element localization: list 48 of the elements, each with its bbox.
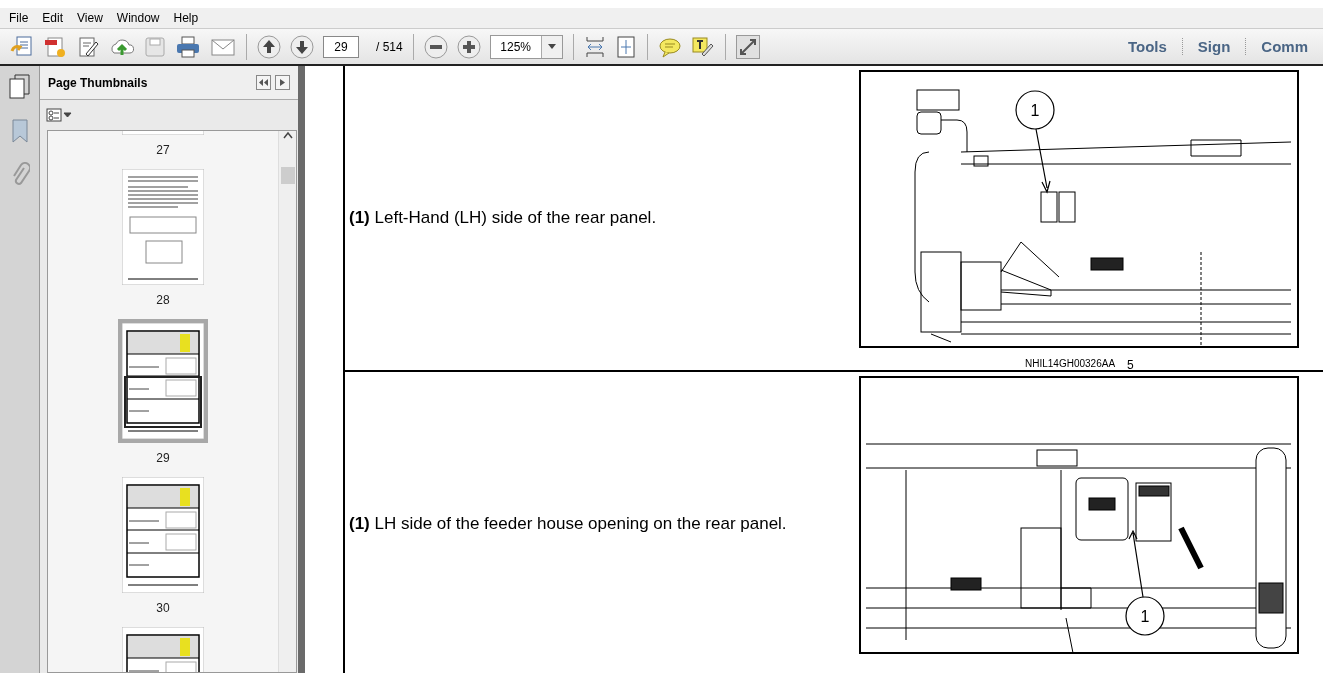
menu-item[interactable]: Window (109, 11, 167, 25)
scrollbar-thumb[interactable] (280, 167, 295, 184)
previous-page-icon[interactable] (257, 34, 281, 59)
menu-item[interactable]: View (70, 11, 110, 25)
toolbar-link[interactable]: Comm (1245, 38, 1323, 55)
zoom-in-icon[interactable] (456, 34, 481, 59)
panel-title: Page Thumbnails (48, 75, 148, 90)
full-screen-icon[interactable] (735, 34, 760, 59)
page-thumbnail[interactable] (122, 477, 204, 593)
page-number-field[interactable]: 29 (323, 35, 359, 58)
callout-number: 1 (1030, 102, 1040, 119)
fit-width-icon[interactable] (583, 34, 606, 59)
page-thumbnail[interactable] (122, 169, 204, 285)
callout-circle (1015, 90, 1055, 130)
leader-line (1035, 128, 1051, 194)
expand-panel-icon[interactable] (275, 75, 290, 90)
menu-item[interactable]: File (2, 11, 36, 25)
collapse-panel-icon[interactable] (256, 75, 271, 90)
pages-icon[interactable] (7, 74, 32, 100)
figure-description: (1) Left-Hand (LH) side of the rear panel. (349, 208, 657, 228)
leader-line (1128, 529, 1144, 598)
comment-icon[interactable] (657, 35, 682, 58)
page-number-label: 28 (156, 292, 170, 309)
highlight-text-icon[interactable] (690, 35, 715, 58)
fit-page-icon[interactable] (614, 34, 637, 59)
toolbar-link[interactable]: Sign (1181, 38, 1246, 55)
page-number-label: 27 (156, 142, 170, 159)
page-number-label: 29 (156, 450, 170, 467)
caret-icon (547, 44, 556, 49)
pdf-document-icon[interactable] (43, 34, 67, 59)
callout-circle (1125, 596, 1165, 636)
next-page-icon[interactable] (290, 34, 314, 59)
menu-item[interactable]: Edit (35, 11, 71, 25)
zoom-dropdown[interactable]: 125% (489, 34, 563, 59)
scroll-up-icon[interactable] (282, 131, 293, 139)
figure-number: 5 (1127, 358, 1134, 372)
figure-description: (1) LH side of the feeder house opening on the rear panel. (349, 513, 787, 534)
figure-code: NHIL14GH00326AA (1025, 358, 1116, 371)
toolbar-link[interactable]: Tools (1112, 38, 1182, 55)
page-thumbnail[interactable] (118, 319, 208, 443)
edit-document-icon[interactable] (76, 34, 100, 59)
menu-item[interactable]: Help (166, 11, 206, 25)
print-icon[interactable] (175, 34, 201, 59)
callout-number: 1 (1140, 608, 1150, 625)
page-number-label: 30 (156, 600, 170, 617)
options-menu-icon[interactable] (46, 108, 72, 122)
zoom-out-icon[interactable] (423, 34, 448, 59)
page-count: / 514 (376, 39, 403, 54)
